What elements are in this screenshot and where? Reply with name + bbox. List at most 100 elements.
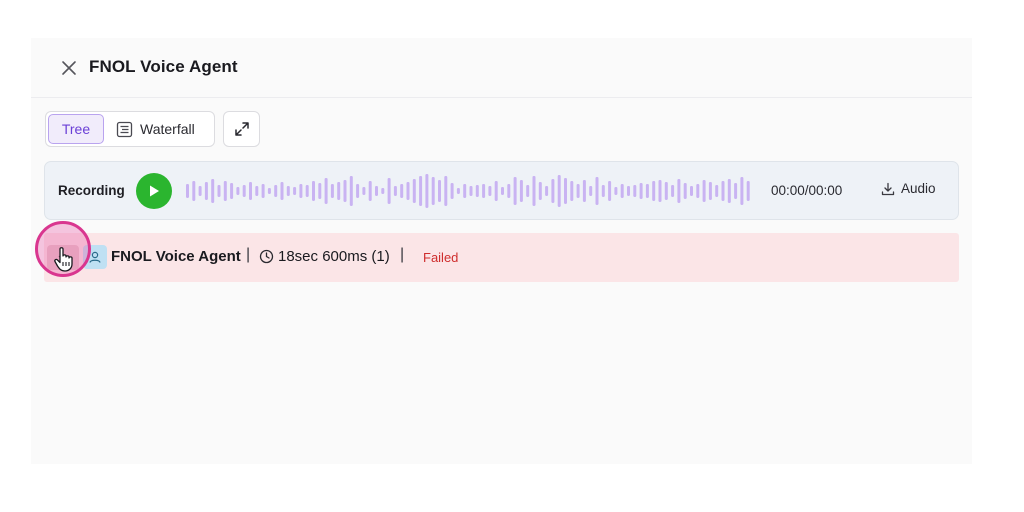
waveform-bar <box>419 176 423 206</box>
waveform-bar <box>305 185 309 197</box>
play-button[interactable] <box>136 173 172 209</box>
list-icon <box>116 121 133 137</box>
waveform-bar <box>551 179 555 203</box>
waveform-bar <box>223 181 227 201</box>
waveform-bar <box>608 181 612 201</box>
waveform-bar <box>475 185 479 197</box>
waveform-bar <box>293 187 297 195</box>
waveform-bar <box>683 183 687 199</box>
waveform-bar <box>217 185 221 197</box>
waveform-bar <box>639 183 643 199</box>
waveform-bar <box>456 188 460 194</box>
audio-label: Audio <box>901 181 936 196</box>
waveform-bar <box>595 177 599 205</box>
waveform-bar <box>507 184 511 198</box>
waveform-bar <box>204 182 208 200</box>
waveform-bar <box>671 185 675 197</box>
hand-cursor-icon <box>54 247 73 272</box>
waveform-bar <box>740 177 744 205</box>
expand-button[interactable] <box>223 111 260 147</box>
waveform-bar <box>381 188 385 194</box>
waveform-bar <box>387 178 391 204</box>
waveform-bar <box>627 186 630 196</box>
clock-icon <box>259 249 274 264</box>
play-icon <box>150 185 159 197</box>
waveform-bar <box>324 178 328 204</box>
waveform-bar <box>746 181 750 201</box>
status-badge: Failed <box>423 250 459 265</box>
waveform-bar <box>412 179 416 203</box>
waveform-bar <box>362 187 366 195</box>
waveform-bar <box>677 179 681 203</box>
download-audio-button[interactable]: Audio <box>881 181 936 196</box>
separator: | <box>246 246 251 263</box>
waveform-bar <box>318 183 322 199</box>
waveform-bar <box>582 180 586 202</box>
waveform-bar <box>192 181 196 201</box>
expand-icon <box>234 122 249 136</box>
panel-header: FNOL Voice Agent <box>31 38 972 98</box>
waveform-bar <box>715 185 719 197</box>
waveform-bar <box>469 186 473 196</box>
waveform-bar <box>721 181 725 201</box>
close-button[interactable] <box>58 57 80 79</box>
recording-bar: Recording 00:00/00:00 Audio <box>44 161 959 220</box>
waveform-bar <box>356 184 360 198</box>
waveform-bar <box>450 183 454 199</box>
waveform-bar <box>211 179 215 203</box>
waveform-bar <box>280 182 284 200</box>
waveform-bar <box>526 185 530 197</box>
waveform-bar <box>198 186 202 196</box>
waveform-bar <box>589 186 593 196</box>
waveform-bar <box>393 186 397 196</box>
waveform-bar <box>501 187 504 195</box>
waveform-bar <box>261 184 265 198</box>
view-toggle: Tree Waterfall <box>45 111 215 147</box>
waveform-bar <box>463 184 467 198</box>
waveform-bar <box>532 176 536 206</box>
waveform-bar <box>186 184 189 198</box>
tab-tree[interactable]: Tree <box>48 114 104 144</box>
tab-waterfall-label: Waterfall <box>140 121 195 137</box>
waveform-bar <box>488 186 492 196</box>
waveform-bar <box>564 178 567 204</box>
waveform-bar <box>614 187 618 195</box>
trace-row[interactable]: FNOL Voice Agent | 18sec 600ms (1) | Fai… <box>44 233 959 282</box>
duration-value: 18sec 600ms (1) <box>278 248 390 265</box>
waveform-bar <box>330 184 334 198</box>
waveform-bar <box>690 186 693 196</box>
row-name: FNOL Voice Agent <box>111 248 241 265</box>
waveform-bar <box>652 181 656 201</box>
separator: | <box>400 246 405 263</box>
waveform-bar <box>620 184 624 198</box>
duration: 18sec 600ms (1) <box>259 248 390 265</box>
waveform-bar <box>513 177 517 205</box>
waveform-bar <box>230 183 234 199</box>
download-icon <box>881 182 895 195</box>
waveform-bar <box>267 188 271 194</box>
waveform-bar <box>570 181 574 201</box>
waveform-bar <box>299 184 303 198</box>
waveform-bar <box>494 181 498 201</box>
waveform-bar <box>664 182 668 200</box>
close-icon <box>62 61 76 75</box>
waveform-bar <box>425 174 429 208</box>
waveform-bar <box>406 182 410 200</box>
waveform-bar <box>255 186 259 196</box>
waveform-bar <box>696 184 700 198</box>
recording-time: 00:00/00:00 <box>771 183 843 198</box>
waveform-bar <box>337 182 341 200</box>
waveform-bar <box>633 185 637 197</box>
waveform-bar <box>538 182 542 200</box>
waveform-bar <box>349 176 353 206</box>
waveform-bar <box>702 180 706 202</box>
waveform-bar <box>431 177 435 205</box>
waveform-bar <box>482 184 486 198</box>
waveform-bar <box>343 180 347 202</box>
waveform[interactable] <box>186 170 758 212</box>
waveform-bar <box>708 182 712 200</box>
tab-waterfall[interactable]: Waterfall <box>116 114 212 144</box>
waveform-bar <box>249 182 252 200</box>
waveform-bar <box>400 184 404 198</box>
waveform-bar <box>727 179 731 203</box>
